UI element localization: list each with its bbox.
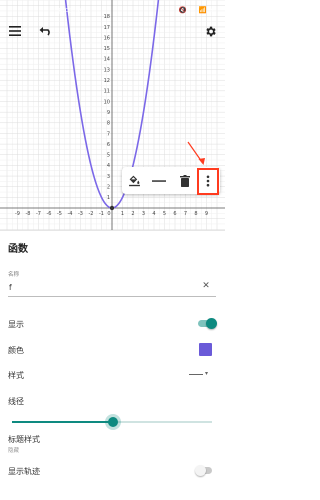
x-tick-label: 4 bbox=[152, 211, 155, 217]
clear-icon[interactable]: ✕ bbox=[200, 280, 212, 292]
trace-toggle[interactable] bbox=[195, 464, 214, 476]
y-tick-label: 13 bbox=[104, 67, 110, 73]
show-toggle[interactable] bbox=[198, 317, 217, 329]
show-toggle-knob bbox=[206, 318, 217, 329]
more-button-highlight-box bbox=[197, 168, 219, 195]
name-input-underline bbox=[8, 296, 216, 297]
y-tick-label: 1 bbox=[107, 195, 110, 201]
y-tick-label: 12 bbox=[104, 78, 110, 84]
caption-style-label: 标题样式 bbox=[8, 435, 40, 444]
graph-view[interactable]: -9 -8 -7 -6 -5 -4 -3 -2 -1 0 1 2 3 4 5 6 7 8 9 1 2 3 4 5 6 7 8 9 10 1… bbox=[0, 0, 225, 230]
caption-style-value[interactable]: 隐藏 bbox=[8, 446, 19, 454]
thickness-slider-track[interactable] bbox=[113, 421, 212, 423]
trace-label: 显示轨迹 bbox=[8, 467, 40, 476]
line-style-sample[interactable] bbox=[189, 374, 203, 375]
show-label: 显示 bbox=[8, 320, 24, 329]
x-tick-label: 8 bbox=[194, 211, 197, 217]
panel-title: 函数 bbox=[8, 244, 28, 255]
line-style-icon[interactable] bbox=[147, 167, 171, 194]
x-tick-label: 2 bbox=[131, 211, 134, 217]
y-tick-label: 5 bbox=[107, 153, 110, 159]
delete-icon[interactable] bbox=[173, 167, 197, 194]
x-tick-label: -3 bbox=[78, 211, 83, 217]
chevron-down-icon[interactable]: ▾ bbox=[205, 370, 208, 377]
x-tick-label: -7 bbox=[36, 211, 41, 217]
status-time: 下午3:55 bbox=[56, 7, 84, 15]
highlight-arrow bbox=[187, 141, 205, 165]
name-input[interactable]: f bbox=[9, 283, 12, 292]
x-tick-label: 3 bbox=[142, 211, 145, 217]
y-tick-label: 11 bbox=[104, 89, 110, 95]
y-tick-label: 17 bbox=[104, 25, 110, 31]
x-tick-label: 1 bbox=[121, 211, 124, 217]
x-tick-label: 9 bbox=[205, 211, 208, 217]
color-label: 颜色 bbox=[8, 346, 24, 355]
x-tick-label: -5 bbox=[57, 211, 62, 217]
x-tick-label: -1 bbox=[99, 211, 104, 217]
fill-bucket-icon[interactable] bbox=[122, 167, 146, 194]
y-tick-label: 8 bbox=[107, 121, 110, 127]
menu-icon[interactable] bbox=[5, 21, 25, 41]
undo-icon[interactable] bbox=[36, 21, 56, 41]
status-icons: 🔇 ᯤ 📶 ⚡ bbox=[178, 6, 215, 14]
line-thickness-label: 线径 bbox=[8, 397, 24, 406]
y-tick-label: 7 bbox=[107, 131, 110, 137]
function-settings-panel: 函数 名称 f ✕ 显示 颜色 样式 ▾ 线径 标题样式 隐藏 显示轨迹 bbox=[0, 230, 225, 500]
thickness-slider-thumb[interactable] bbox=[108, 417, 118, 427]
y-tick-label: 4 bbox=[107, 163, 110, 169]
name-label: 名称 bbox=[8, 272, 20, 278]
x-tick-label: 7 bbox=[184, 211, 187, 217]
color-swatch[interactable] bbox=[199, 343, 212, 356]
x-tick-label: 5 bbox=[163, 211, 166, 217]
x-tick-label: 6 bbox=[173, 211, 176, 217]
y-tick-label: 2 bbox=[107, 185, 110, 191]
x-tick-label: -9 bbox=[15, 211, 20, 217]
x-tick-label: 0 bbox=[107, 211, 110, 217]
style-label: 样式 bbox=[8, 371, 24, 380]
y-tick-label: 10 bbox=[104, 99, 110, 105]
graph-canvas[interactable]: -9 -8 -7 -6 -5 -4 -3 -2 -1 0 1 2 3 4 5 6 7 8 9123456789101… bbox=[0, 0, 225, 230]
gear-icon[interactable] bbox=[200, 21, 220, 41]
y-tick-label: 6 bbox=[107, 142, 110, 148]
x-tick-label: -6 bbox=[47, 211, 52, 217]
x-tick-label: -4 bbox=[68, 211, 73, 217]
y-tick-label: 16 bbox=[104, 35, 110, 41]
status-bar: 下午3:55 🔇 ᯤ 📶 ⚡ bbox=[0, 0, 225, 16]
y-tick-label: 14 bbox=[104, 57, 110, 63]
vertex-point bbox=[109, 205, 115, 211]
x-tick-label: -8 bbox=[26, 211, 31, 217]
y-tick-label: 3 bbox=[107, 174, 110, 180]
y-tick-label: 9 bbox=[107, 110, 110, 116]
y-tick-label: 15 bbox=[104, 46, 110, 52]
thickness-slider-track-filled[interactable] bbox=[12, 421, 113, 423]
x-tick-label: -2 bbox=[89, 211, 94, 217]
trace-toggle-knob bbox=[195, 465, 206, 476]
